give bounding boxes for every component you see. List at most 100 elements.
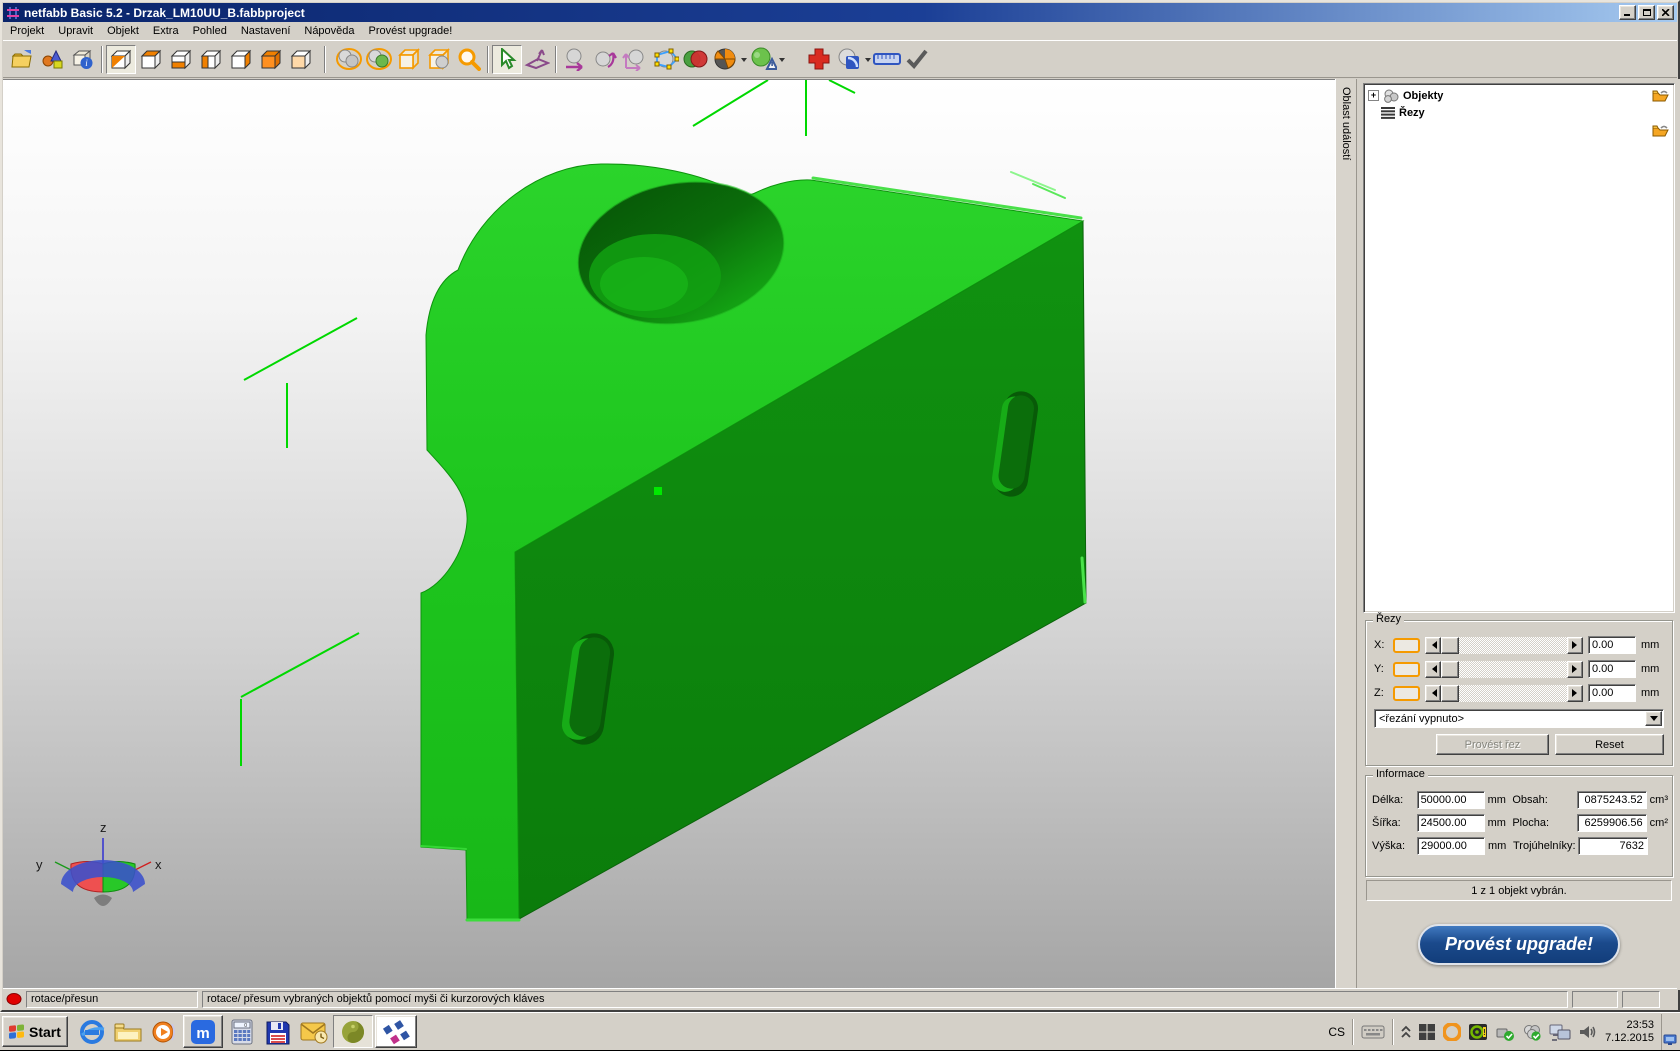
close-button[interactable] [1657,5,1674,20]
expand-tray-chevron-icon[interactable] [1401,1025,1411,1039]
show-box-button[interactable] [394,45,424,74]
show-part-box-button[interactable] [424,45,454,74]
reset-cut-button[interactable]: Reset [1555,734,1664,755]
quicklaunch-save[interactable] [260,1015,296,1048]
viewport-3d[interactable]: z y x [3,79,1335,990]
expand-icon[interactable]: + [1368,90,1379,101]
cut-z-slider[interactable] [1425,685,1583,702]
menu-objekt[interactable]: Objekt [100,23,146,39]
split-part-button[interactable] [710,45,740,74]
tray-volume-icon[interactable] [1578,1023,1598,1041]
upgrade-button[interactable]: Provést upgrade! [1418,924,1620,965]
taskbar-maxthon[interactable]: m [183,1015,223,1048]
cut-y-color-chip[interactable] [1393,662,1420,677]
smooth-button[interactable] [834,45,864,74]
measure-button[interactable] [872,45,902,74]
slider-left-arrow[interactable] [1425,685,1441,702]
show-desktop-button[interactable] [1661,1014,1677,1050]
tray-updates-icon[interactable] [1522,1023,1542,1041]
slider-track[interactable] [1459,685,1567,702]
cut-x-color-chip[interactable] [1393,638,1420,653]
objects-folder-icon[interactable] [1652,89,1669,105]
show-selected-button[interactable] [364,45,394,74]
volume-input[interactable] [1577,791,1647,809]
maximize-button[interactable] [1638,5,1655,20]
boolean-button[interactable] [680,45,710,74]
view-front-button[interactable] [256,45,286,74]
tree-item-objects[interactable]: + Objekty [1366,87,1672,104]
polygon-edit-button[interactable] [650,45,680,74]
slider-right-arrow[interactable] [1567,637,1583,654]
language-indicator[interactable]: CS [1328,1025,1345,1039]
slider-left-arrow[interactable] [1425,661,1441,678]
slider-thumb[interactable] [1441,637,1459,654]
split-dropdown-caret[interactable] [741,58,747,65]
menu-upravit[interactable]: Upravit [51,23,100,39]
quicklaunch-calculator[interactable]: 0 [224,1015,260,1048]
plane-tool-button[interactable] [522,45,552,74]
quicklaunch-media-player[interactable] [146,1015,182,1048]
slider-right-arrow[interactable] [1567,661,1583,678]
tray-comodo-icon[interactable] [1443,1023,1461,1041]
slider-thumb[interactable] [1441,661,1459,678]
analyse-button[interactable] [748,45,778,74]
tray-usb-remove-icon[interactable] [1495,1023,1515,1041]
triangles-input[interactable] [1578,837,1648,855]
slider-thumb[interactable] [1441,685,1459,702]
taskbar-netfabb-app[interactable] [375,1015,417,1048]
menu-extra[interactable]: Extra [146,23,186,39]
cuts-folder-icon[interactable] [1652,124,1669,140]
width-input[interactable] [1417,814,1485,832]
select-tool-button[interactable] [492,45,522,74]
length-input[interactable] [1417,791,1485,809]
slider-track[interactable] [1459,637,1567,654]
smooth-dropdown-caret[interactable] [865,58,871,65]
view-bottom-button[interactable] [166,45,196,74]
minimize-button[interactable] [1619,5,1636,20]
cut-x-value-input[interactable] [1588,636,1636,654]
slider-track[interactable] [1459,661,1567,678]
zoom-button[interactable] [454,45,484,74]
repair-button[interactable] [804,45,834,74]
cut-y-slider[interactable] [1425,661,1583,678]
tray-nvidia-icon[interactable]: ! [1468,1023,1488,1041]
tray-windows-icon[interactable] [1418,1023,1436,1041]
scale-tool-button[interactable] [620,45,650,74]
rotate-tool-button[interactable] [590,45,620,74]
move-tool-button[interactable] [560,45,590,74]
view-top-button[interactable] [136,45,166,74]
cut-x-slider[interactable] [1425,637,1583,654]
taskbar-netfabb-s[interactable] [333,1015,373,1048]
height-input[interactable] [1417,837,1485,855]
quicklaunch-file-explorer[interactable] [110,1015,146,1048]
view-back-button[interactable] [286,45,316,74]
slider-right-arrow[interactable] [1567,685,1583,702]
show-parts-button[interactable] [334,45,364,74]
cut-z-value-input[interactable] [1588,684,1636,702]
new-part-button[interactable] [38,45,68,74]
events-area-tab[interactable]: Oblast událostí [1335,79,1357,990]
menu-projekt[interactable]: Projekt [3,23,51,39]
menu-pohled[interactable]: Pohled [186,23,234,39]
execute-cut-button[interactable]: Provést řez [1436,734,1549,755]
view-iso-button[interactable] [106,45,136,74]
menu-napoveda[interactable]: Nápověda [297,23,361,39]
analyse-dropdown-caret[interactable] [779,58,785,65]
tray-clock[interactable]: 23:53 7.12.2015 [1605,1019,1654,1045]
tree-item-cuts[interactable]: Řezy [1366,104,1672,121]
cut-y-value-input[interactable] [1588,660,1636,678]
view-right-button[interactable] [226,45,256,74]
object-tree[interactable]: + Objekty Řezy [1363,83,1675,613]
part-info-button[interactable]: i [68,45,98,74]
cut-mode-combobox[interactable]: <řezání vypnuto> [1374,709,1664,728]
menu-upgrade[interactable]: Provést upgrade! [362,23,460,39]
keyboard-icon[interactable] [1361,1024,1385,1040]
quicklaunch-internet-explorer[interactable] [74,1015,110,1048]
view-left-button[interactable] [196,45,226,74]
slider-left-arrow[interactable] [1425,637,1441,654]
quicklaunch-outlook[interactable] [296,1015,332,1048]
combobox-arrow[interactable] [1645,711,1662,726]
menu-nastaveni[interactable]: Nastavení [234,23,298,39]
start-button[interactable]: Start [2,1016,68,1047]
area-input[interactable] [1577,814,1647,832]
